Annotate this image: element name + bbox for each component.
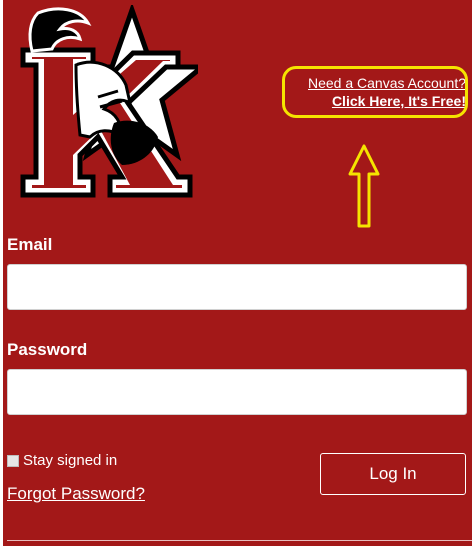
stay-signed-in-row[interactable]: Stay signed in bbox=[7, 452, 117, 469]
password-label: Password bbox=[7, 340, 88, 359]
login-button[interactable]: Log In bbox=[320, 453, 466, 495]
email-label: Email bbox=[7, 235, 53, 254]
password-field[interactable] bbox=[7, 369, 467, 415]
highlight-annotation bbox=[282, 66, 468, 118]
bottom-divider bbox=[7, 540, 472, 541]
stay-signed-in-checkbox[interactable] bbox=[7, 454, 19, 467]
left-edge-divider bbox=[0, 0, 3, 546]
email-field[interactable] bbox=[7, 264, 467, 310]
forgot-password-link[interactable]: Forgot Password? bbox=[7, 484, 145, 504]
login-panel: Need a Canvas Account? Click Here, It's … bbox=[0, 0, 472, 546]
up-arrow-icon bbox=[348, 144, 380, 228]
school-logo bbox=[20, 5, 198, 198]
stay-signed-in-label: Stay signed in bbox=[23, 452, 118, 469]
